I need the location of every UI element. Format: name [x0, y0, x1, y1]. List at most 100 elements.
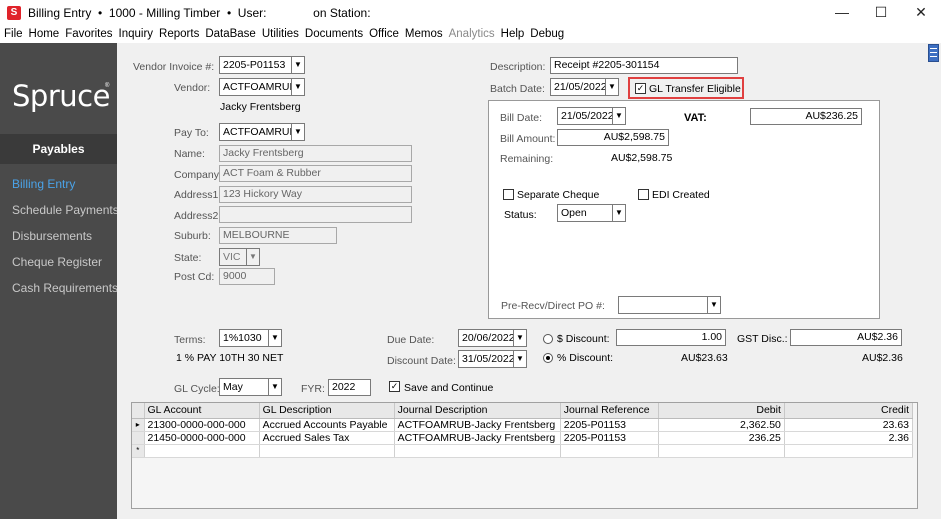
suburb-field[interactable]: MELBOURNE: [219, 227, 337, 244]
pre-recv-select[interactable]: [618, 296, 708, 314]
vendor-name-text: Jacky Frentsberg: [220, 101, 301, 113]
vat-input[interactable]: AU$236.25: [750, 108, 862, 125]
chevron-down-icon[interactable]: ▼: [291, 56, 305, 74]
sidebar-item-cash-requirements[interactable]: Cash Requirements: [12, 281, 118, 295]
chevron-down-icon[interactable]: ▼: [291, 78, 305, 96]
menu-documents[interactable]: Documents: [305, 28, 363, 40]
company-field[interactable]: ACT Foam & Rubber: [219, 165, 412, 182]
col-journal-reference[interactable]: Journal Reference: [560, 403, 659, 419]
menu-office[interactable]: Office: [369, 28, 399, 40]
chevron-down-icon[interactable]: ▼: [291, 123, 305, 141]
table-row[interactable]: 21450-0000-000-000 Accrued Sales Tax ACT…: [132, 431, 914, 445]
cell-gl-account[interactable]: 21450-0000-000-000: [144, 431, 260, 445]
state-select[interactable]: VIC: [219, 248, 247, 266]
col-debit[interactable]: Debit: [658, 403, 785, 419]
menu-reports[interactable]: Reports: [159, 28, 199, 40]
save-continue-checkbox[interactable]: ✓: [389, 381, 400, 392]
address2-field[interactable]: [219, 206, 412, 223]
cell-journal-reference[interactable]: [560, 444, 659, 458]
close-button[interactable]: ✕: [906, 2, 936, 22]
sidebar-item-schedule-payments[interactable]: Schedule Payments: [12, 203, 119, 217]
status-select[interactable]: Open: [557, 204, 613, 222]
cell-gl-account[interactable]: 21300-0000-000-000: [144, 418, 260, 432]
gl-transfer-checkbox[interactable]: ✓: [635, 83, 646, 94]
description-input[interactable]: Receipt #2205-301154: [550, 57, 738, 74]
table-row[interactable]: ▸ 21300-0000-000-000 Accrued Accounts Pa…: [132, 418, 914, 432]
address1-label: Address1:: [174, 189, 222, 201]
terms-select[interactable]: 1%1030: [219, 329, 269, 347]
payto-select[interactable]: ACTFOAMRUB: [219, 123, 292, 141]
cell-debit[interactable]: 236.25: [658, 431, 785, 445]
address1-field[interactable]: 123 Hickory Way: [219, 186, 412, 203]
bill-amount-input[interactable]: AU$2,598.75: [557, 129, 669, 146]
menu-help[interactable]: Help: [501, 28, 525, 40]
status-label: Status:: [504, 209, 537, 221]
gst-disc-input[interactable]: AU$2.36: [790, 329, 902, 346]
vendor-invoice-label: Vendor Invoice #:: [133, 61, 215, 73]
maximize-button[interactable]: ☐: [866, 2, 896, 22]
pct-discount-radio[interactable]: [543, 353, 553, 363]
cell-gl-description[interactable]: Accrued Sales Tax: [259, 431, 395, 445]
due-date-picker[interactable]: 20/06/2022: [458, 329, 514, 347]
cell-credit[interactable]: [784, 444, 914, 458]
cell-journal-description[interactable]: ACTFOAMRUB-Jacky Frentsberg: [394, 431, 561, 445]
menu-home[interactable]: Home: [29, 28, 60, 40]
bill-date-label: Bill Date:: [500, 112, 543, 124]
chevron-down-icon[interactable]: ▼: [246, 248, 260, 266]
sidebar-item-cheque-register[interactable]: Cheque Register: [12, 255, 102, 269]
table-header: GL Account GL Description Journal Descri…: [132, 403, 914, 419]
app-icon: S: [7, 6, 21, 20]
hamburger-icon[interactable]: [928, 44, 939, 62]
col-journal-description[interactable]: Journal Description: [394, 403, 561, 419]
separate-cheque-checkbox[interactable]: [503, 189, 514, 200]
col-gl-account[interactable]: GL Account: [144, 403, 260, 419]
cell-gl-description[interactable]: [259, 444, 395, 458]
terms-label: Terms:: [174, 334, 206, 346]
gl-transfer-label: GL Transfer Eligible: [649, 83, 741, 95]
sidebar-item-billing-entry[interactable]: Billing Entry: [12, 177, 75, 191]
menu-utilities[interactable]: Utilities: [262, 28, 299, 40]
cell-gl-account[interactable]: [144, 444, 260, 458]
dollar-discount-radio[interactable]: [543, 334, 553, 344]
new-row[interactable]: *: [132, 444, 914, 458]
chevron-down-icon[interactable]: ▼: [612, 107, 626, 125]
edi-created-checkbox[interactable]: [638, 189, 649, 200]
chevron-down-icon[interactable]: ▼: [513, 329, 527, 347]
menu-database[interactable]: DataBase: [205, 28, 256, 40]
col-gl-description[interactable]: GL Description: [259, 403, 395, 419]
cell-journal-description[interactable]: ACTFOAMRUB-Jacky Frentsberg: [394, 418, 561, 432]
minimize-button[interactable]: —: [827, 2, 857, 22]
vendor-select[interactable]: ACTFOAMRUB: [219, 78, 292, 96]
menu-inquiry[interactable]: Inquiry: [119, 28, 154, 40]
cell-gl-description[interactable]: Accrued Accounts Payable: [259, 418, 395, 432]
chevron-down-icon[interactable]: ▼: [513, 350, 527, 368]
chevron-down-icon[interactable]: ▼: [268, 329, 282, 347]
row-selector: [132, 431, 145, 445]
cell-journal-reference[interactable]: 2205-P01153: [560, 431, 659, 445]
chevron-down-icon[interactable]: ▼: [268, 378, 282, 396]
vendor-invoice-input[interactable]: 2205-P01153: [219, 56, 292, 74]
cell-debit[interactable]: [658, 444, 785, 458]
cell-journal-description[interactable]: [394, 444, 561, 458]
gl-cycle-select[interactable]: May: [219, 378, 269, 396]
cell-credit[interactable]: 2.36: [784, 431, 914, 445]
menu-debug[interactable]: Debug: [530, 28, 564, 40]
col-credit[interactable]: Credit: [784, 403, 914, 419]
menu-memos[interactable]: Memos: [405, 28, 443, 40]
name-field[interactable]: Jacky Frentsberg: [219, 145, 412, 162]
menu-file[interactable]: File: [4, 28, 23, 40]
bill-date-picker[interactable]: 21/05/2022: [557, 107, 613, 125]
chevron-down-icon[interactable]: ▼: [605, 78, 619, 96]
cell-journal-reference[interactable]: 2205-P01153: [560, 418, 659, 432]
dollar-discount-input[interactable]: 1.00: [616, 329, 726, 346]
cell-debit[interactable]: 2,362.50: [658, 418, 785, 432]
discount-date-picker[interactable]: 31/05/2022: [458, 350, 514, 368]
batch-date-picker[interactable]: 21/05/2022: [550, 78, 606, 96]
sidebar-item-disbursements[interactable]: Disbursements: [12, 229, 92, 243]
postcd-field[interactable]: 9000: [219, 268, 275, 285]
chevron-down-icon[interactable]: ▼: [612, 204, 626, 222]
cell-credit[interactable]: 23.63: [784, 418, 914, 432]
fyr-input[interactable]: 2022: [328, 379, 371, 396]
chevron-down-icon[interactable]: ▼: [707, 296, 721, 314]
menu-favorites[interactable]: Favorites: [65, 28, 112, 40]
